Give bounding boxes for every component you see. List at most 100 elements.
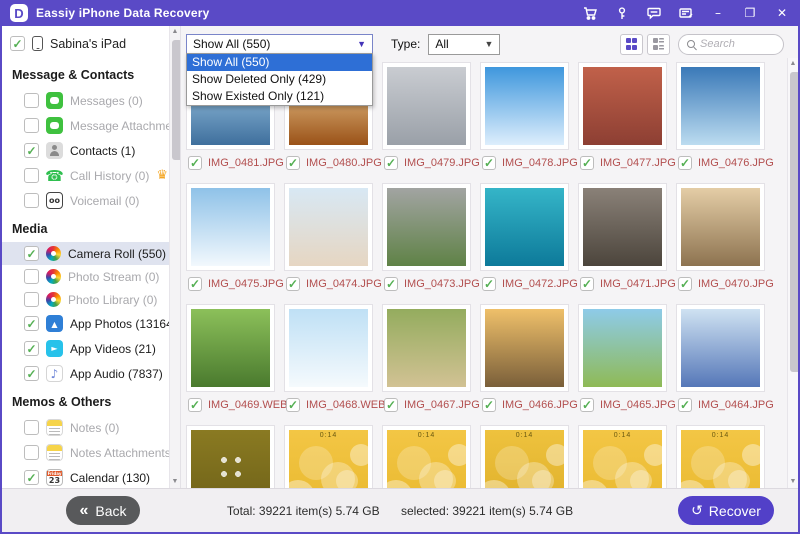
item-checkbox[interactable] — [24, 366, 39, 381]
photo-item[interactable]: IMG_0477.JPG — [578, 62, 667, 170]
item-checkbox[interactable] — [580, 277, 594, 291]
item-checkbox[interactable] — [24, 445, 39, 460]
thumbnail-image[interactable] — [485, 188, 564, 266]
item-checkbox[interactable] — [188, 156, 202, 170]
grid-view-button[interactable] — [620, 34, 643, 55]
sidebar-item-app-videos[interactable]: App Videos (21) — [2, 336, 180, 361]
sidebar-item-photo-library[interactable]: Photo Library (0) — [2, 288, 180, 311]
sidebar-item-voicemail[interactable]: Voicemail (0) — [2, 188, 180, 213]
item-checkbox[interactable] — [24, 292, 39, 307]
photo-item[interactable]: IMG_0468.WEBP — [284, 304, 373, 412]
photo-item[interactable]: IMG_0479.JPG — [382, 62, 471, 170]
item-checkbox[interactable] — [24, 341, 39, 356]
search-input[interactable] — [700, 38, 770, 50]
thumbnail-image[interactable] — [191, 188, 270, 266]
device-checkbox[interactable] — [10, 36, 25, 51]
photo-item[interactable]: IMG_0478.JPG — [480, 62, 569, 170]
photo-item[interactable]: IMG_0471.JPG — [578, 183, 667, 291]
sidebar-item-messages[interactable]: Messages (0) — [2, 88, 180, 113]
thumbnail-image[interactable] — [289, 188, 368, 266]
photo-item[interactable]: IMG_0473.JPG — [382, 183, 471, 291]
item-checkbox[interactable] — [188, 398, 202, 412]
minimize-button[interactable]: – — [710, 6, 726, 20]
scrollbar-thumb[interactable] — [172, 40, 181, 160]
item-checkbox[interactable] — [24, 246, 39, 261]
thumbnail-image[interactable]: 0:14 — [681, 430, 760, 488]
sidebar-item-photo-stream[interactable]: Photo Stream (0) — [2, 265, 180, 288]
thumbnail-image[interactable] — [485, 309, 564, 387]
scroll-down-icon[interactable]: ▼ — [788, 476, 798, 488]
thumbnail-image[interactable] — [583, 67, 662, 145]
sidebar-item-app-photos[interactable]: App Photos (13164) — [2, 311, 180, 336]
photo-item[interactable]: IMG_0470.JPG — [676, 183, 765, 291]
item-checkbox[interactable] — [24, 168, 39, 183]
type-dropdown[interactable]: All ▼ — [428, 34, 500, 55]
back-button[interactable]: « Back — [66, 496, 140, 525]
item-checkbox[interactable] — [384, 398, 398, 412]
photo-item[interactable]: IMG_0472.JPG — [480, 183, 569, 291]
thumbnail-image[interactable]: 0:14 — [485, 430, 564, 488]
item-checkbox[interactable] — [482, 398, 496, 412]
dropdown-option[interactable]: Show Deleted Only (429) — [187, 71, 372, 88]
thumbnail-image[interactable]: 0:14 — [289, 430, 368, 488]
item-checkbox[interactable] — [24, 470, 39, 485]
photo-item[interactable]: IMG_0474.JPG — [284, 183, 373, 291]
photo-item[interactable]: 0:14 — [382, 425, 471, 488]
maximize-button[interactable]: ❐ — [742, 6, 758, 20]
item-checkbox[interactable] — [24, 193, 39, 208]
thumbnail-image[interactable] — [583, 188, 662, 266]
item-checkbox[interactable] — [384, 277, 398, 291]
main-scrollbar[interactable]: ▲ ▼ — [787, 58, 798, 488]
item-checkbox[interactable] — [24, 420, 39, 435]
thumbnail-image[interactable] — [191, 430, 270, 488]
item-checkbox[interactable] — [678, 277, 692, 291]
item-checkbox[interactable] — [188, 277, 202, 291]
item-checkbox[interactable] — [384, 156, 398, 170]
photo-item[interactable]: IMG_0475.JPG — [186, 183, 275, 291]
item-checkbox[interactable] — [24, 316, 39, 331]
scrollbar-thumb[interactable] — [790, 72, 800, 372]
sidebar-item-contacts[interactable]: Contacts (1) — [2, 138, 180, 163]
key-icon[interactable] — [614, 6, 630, 20]
thumbnail-image[interactable]: 0:14 — [387, 430, 466, 488]
dropdown-option[interactable]: Show All (550) — [187, 54, 372, 71]
photo-item[interactable]: IMG_0469.WEBP — [186, 304, 275, 412]
item-checkbox[interactable] — [286, 398, 300, 412]
sidebar-item-calendar[interactable]: Calendar (130) — [2, 465, 180, 488]
thumbnail-image[interactable] — [387, 67, 466, 145]
scroll-down-icon[interactable]: ▼ — [170, 476, 180, 488]
sidebar-item-call-history[interactable]: Call History (0)♛ — [2, 163, 180, 188]
photo-item[interactable]: 0:14 — [676, 425, 765, 488]
item-checkbox[interactable] — [286, 156, 300, 170]
filter-dropdown[interactable]: Show All (550) ▼ — [186, 34, 373, 55]
sidebar-item-camera-roll[interactable]: Camera Roll (550) — [2, 242, 180, 265]
photo-item[interactable]: IMG_0464.JPG — [676, 304, 765, 412]
item-checkbox[interactable] — [286, 277, 300, 291]
item-checkbox[interactable] — [24, 93, 39, 108]
item-checkbox[interactable] — [580, 398, 594, 412]
photo-item[interactable]: IMG_0465.JPG — [578, 304, 667, 412]
thumbnail-image[interactable] — [387, 309, 466, 387]
thumbnail-image[interactable] — [583, 309, 662, 387]
recover-button[interactable]: ↺ Recover — [678, 496, 774, 525]
thumbnail-image[interactable] — [485, 67, 564, 145]
thumbnail-image[interactable] — [387, 188, 466, 266]
sidebar-item-notes[interactable]: Notes (0) — [2, 415, 180, 440]
item-checkbox[interactable] — [678, 156, 692, 170]
item-checkbox[interactable] — [482, 277, 496, 291]
thumbnail-image[interactable] — [681, 309, 760, 387]
photo-item[interactable] — [186, 425, 275, 488]
sidebar-item-notes-attachments[interactable]: Notes Attachments (0) — [2, 440, 180, 465]
close-button[interactable]: ✕ — [774, 6, 790, 20]
dropdown-option[interactable]: Show Existed Only (121) — [187, 88, 372, 105]
item-checkbox[interactable] — [678, 398, 692, 412]
thumbnail-image[interactable] — [681, 188, 760, 266]
sidebar-scrollbar[interactable]: ▲ ▼ — [169, 26, 180, 488]
item-checkbox[interactable] — [580, 156, 594, 170]
thumbnail-image[interactable] — [191, 309, 270, 387]
item-checkbox[interactable] — [24, 143, 39, 158]
thumbnail-image[interactable] — [289, 309, 368, 387]
chat-icon[interactable] — [646, 6, 662, 20]
sidebar-item-app-audio[interactable]: App Audio (7837) — [2, 361, 180, 386]
search-box[interactable] — [678, 34, 784, 55]
